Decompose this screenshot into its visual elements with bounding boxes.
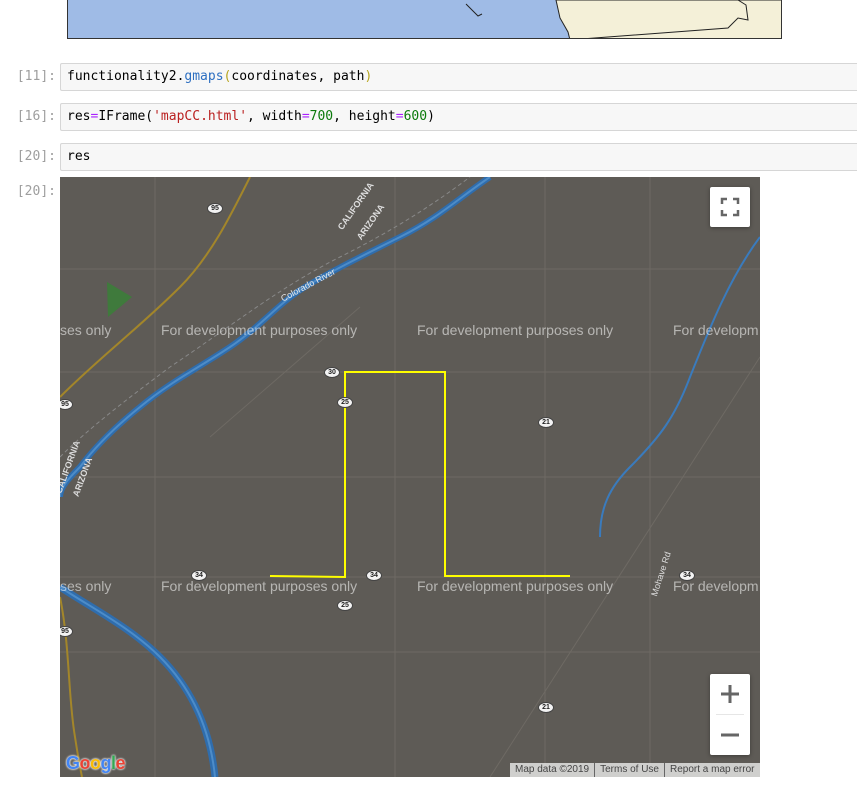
google-map[interactable]: ses only For development purposes only F… — [60, 177, 760, 777]
logo-letter: g — [100, 753, 112, 773]
code-cell-16[interactable]: res=IFrame('mapCC.html', width=700, heig… — [60, 103, 857, 131]
route-shield: 25 — [337, 397, 353, 408]
code-token: coordinates, path — [231, 69, 365, 84]
code-token: 600 — [403, 109, 428, 124]
code-token: 700 — [309, 109, 334, 124]
dev-watermark: ses only — [60, 322, 112, 338]
map-data-text: Map data ©2019 — [515, 764, 590, 775]
zoom-control — [710, 674, 750, 755]
route-shield: 95 — [207, 203, 223, 214]
input-prompt: [11]: — [16, 69, 56, 84]
dev-watermark: For development purposes only — [417, 322, 614, 338]
route-shield: 21 — [538, 702, 554, 713]
dev-watermark: For development purposes only — [417, 578, 614, 594]
zoom-out-button[interactable] — [710, 715, 750, 755]
code-token: functionality2. — [67, 69, 185, 84]
map-attribution: Map data ©2019 Terms of Use Report a map e… — [510, 763, 760, 777]
logo-letter: o — [90, 753, 101, 773]
code-token: = — [301, 109, 310, 124]
code-token: 'mapCC.html' — [153, 109, 248, 124]
code-token: IFrame( — [98, 109, 154, 124]
route-shield: 34 — [679, 570, 695, 581]
minus-icon — [721, 733, 739, 737]
code-cell-11[interactable]: functionality2.gmaps(coordinates, path) — [60, 63, 857, 91]
logo-letter: o — [79, 753, 91, 773]
plus-icon — [721, 685, 739, 703]
dev-watermark: ses only — [60, 578, 112, 594]
route-shield: 34 — [191, 570, 207, 581]
terms-link[interactable]: Terms of Use — [594, 763, 664, 777]
input-prompt: [20]: — [16, 149, 56, 164]
code-token: res — [67, 109, 91, 124]
route-shield: 30 — [324, 367, 340, 378]
code-token: gmaps — [184, 69, 224, 84]
logo-letter: e — [115, 753, 126, 773]
dev-watermark: For development purposes only — [161, 578, 358, 594]
route-shield: 34 — [366, 570, 382, 581]
code-token: ) — [364, 69, 373, 84]
dev-watermark: For developm — [673, 322, 759, 338]
dev-watermark: For development purposes only — [161, 322, 358, 338]
route-shield: 21 — [538, 417, 554, 428]
code-cell-20[interactable]: res — [60, 143, 857, 171]
previous-map-graphic — [465, 0, 781, 38]
code-token: = — [395, 109, 404, 124]
report-error-link[interactable]: Report a map error — [664, 763, 759, 777]
previous-map-output — [67, 0, 782, 39]
fullscreen-icon — [720, 197, 740, 217]
logo-letter: G — [66, 753, 80, 773]
code-token: , width — [247, 109, 302, 124]
route-shield: 25 — [337, 600, 353, 611]
code-token: ) — [427, 109, 435, 124]
code-token: , height — [333, 109, 396, 124]
route-path — [269, 371, 570, 579]
zoom-in-button[interactable] — [710, 674, 750, 714]
map-terrain — [60, 177, 760, 777]
fullscreen-button[interactable] — [710, 187, 750, 227]
google-logo[interactable]: Google — [66, 753, 126, 774]
input-prompt: [16]: — [16, 109, 56, 124]
output-prompt: [20]: — [16, 184, 56, 199]
